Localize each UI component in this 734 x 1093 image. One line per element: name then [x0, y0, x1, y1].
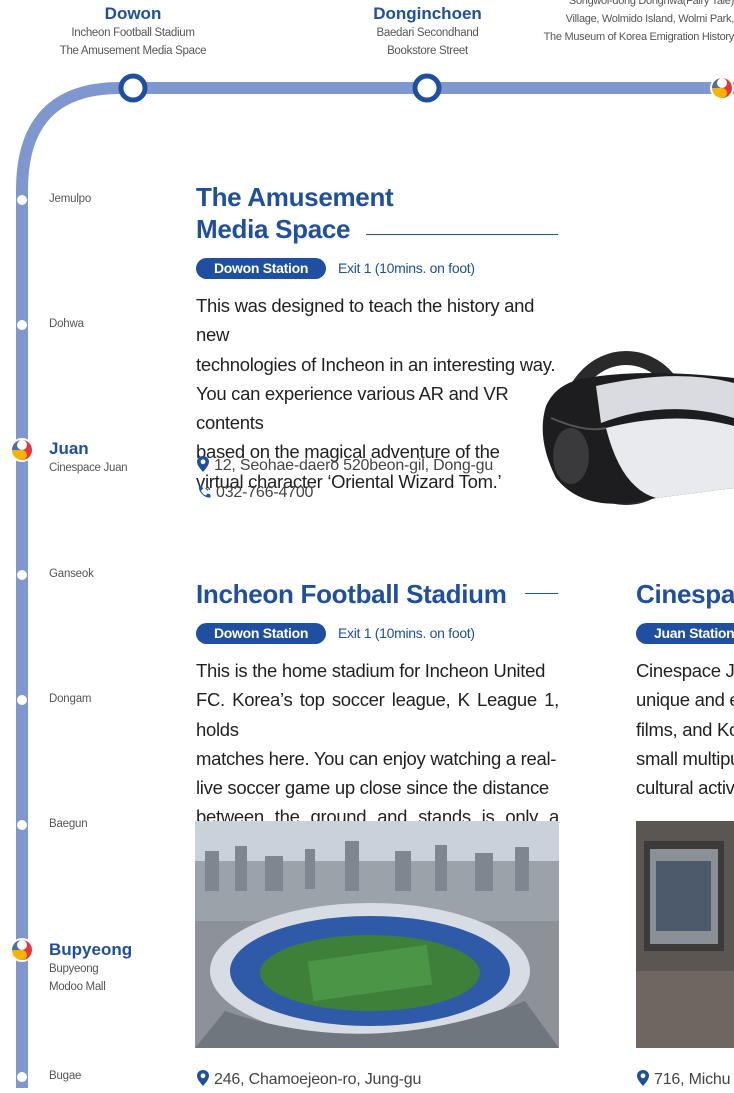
- station-label-dohwa: Dohwa: [49, 318, 84, 330]
- amusement-address: 12, Seohae-daero 520beon-gil, Dong-gu: [196, 453, 493, 479]
- station-name: Dowon: [104, 4, 162, 23]
- station-label-ganseok: Ganseok: [49, 568, 94, 580]
- text-line: matches here. You can enjoy watching a r…: [196, 747, 557, 769]
- station-pill: Dowon Station: [196, 258, 327, 279]
- text-line: films, and Kor: [636, 718, 734, 740]
- text-line: This was designed to teach the history a…: [196, 295, 535, 346]
- text-line: unique and en: [636, 689, 734, 711]
- stadium-photo: [195, 821, 559, 1048]
- address-text: 246, Chamoejeon-ro, Jung-gu: [214, 1071, 422, 1088]
- football-address: 246, Chamoejeon-ro, Jung-gu: [196, 1067, 421, 1093]
- cinespace-address: 716, Michu: [636, 1067, 730, 1088]
- station-dot-bugae: [17, 1072, 27, 1082]
- text-line: Cinespace Juan: [636, 660, 734, 681]
- vr-headset-image: [542, 351, 734, 505]
- taegeuk-icon: [10, 438, 34, 462]
- text-line: FC. Korea’s top soccer league, K League …: [196, 689, 559, 740]
- map-pin-icon: [637, 1070, 649, 1086]
- taegeuk-icon: [710, 76, 734, 100]
- exit-info: Exit 1 (10mins. on foot): [338, 625, 475, 641]
- map-pin-icon: [197, 1070, 209, 1086]
- station-label-baegun: Baegun: [49, 818, 88, 830]
- station-dot-jemulpo: [17, 195, 27, 205]
- station-attraction: Cinespace Juan: [49, 462, 128, 474]
- station-dot-baegun: [17, 820, 27, 830]
- top-station-dowon: Dowon Incheon Football Stadium The Amuse…: [30, 4, 236, 60]
- football-title: Incheon Football Stadium: [196, 579, 507, 609]
- station-dot-dohwa: [17, 320, 27, 330]
- top-station-incheon: Songwol-dong Donghwa(Fairy Tale) Village…: [504, 0, 734, 46]
- text-line: This is the home stadium for Incheon Uni…: [196, 660, 546, 681]
- map-pin-icon: [197, 456, 209, 472]
- station-label-bugae: Bugae: [49, 1070, 82, 1082]
- station-label-jemulpo: Jemulpo: [49, 193, 92, 205]
- station-dot-ganseok: [17, 570, 27, 580]
- exit-info: Exit 1 (10mins. on foot): [338, 260, 475, 276]
- text-line: You can experience various AR and VR con…: [196, 382, 509, 434]
- amusement-phone: 032-766-4700: [196, 480, 313, 506]
- station-attraction: Village, Wolmido Island, Wolmi Park,: [565, 13, 734, 25]
- title-rule: [366, 234, 558, 235]
- station-attraction: Bookstore Street: [387, 45, 468, 57]
- station-bupyeong: Bupyeong Bupyeong Modoo Mall: [49, 940, 132, 996]
- station-name: Bupyeong: [49, 940, 133, 959]
- station-name: Juan: [49, 439, 89, 458]
- title-line: The Amusement: [196, 182, 394, 212]
- station-attraction: Songwol-dong Donghwa(Fairy Tale): [568, 0, 734, 7]
- text-line: technologies of Incheon in an interestin…: [196, 353, 556, 375]
- phone-text: 032-766-4700: [216, 484, 314, 501]
- station-name: Donginchoen: [373, 4, 482, 23]
- title-rule: [525, 593, 558, 594]
- station-attraction: The Amusement Media Space: [59, 45, 207, 57]
- station-marker-donginchoen: [412, 73, 442, 103]
- top-station-donginchoen: Donginchoen Baedari Secondhand Bookstore…: [325, 4, 530, 60]
- station-attraction: Incheon Football Stadium: [71, 27, 195, 39]
- station-attraction: The Museum of Korea Emigration History: [543, 31, 734, 43]
- station-label-dongam: Dongam: [49, 693, 92, 705]
- text-line: cultural activitie: [636, 777, 734, 799]
- station-attraction: Baedari Secondhand: [376, 27, 479, 39]
- text-line: small multipur: [636, 747, 734, 769]
- amusement-title: The Amusement Media Space: [196, 181, 576, 245]
- cinespace-photo: [636, 821, 734, 1048]
- station-pill: Juan Station: [636, 623, 734, 644]
- station-marker-dowon: [118, 73, 148, 103]
- station-pill: Dowon Station: [196, 623, 327, 644]
- station-attraction: Modoo Mall: [49, 981, 106, 993]
- address-text: 716, Michu: [654, 1071, 731, 1088]
- phone-icon: [198, 485, 211, 498]
- cinespace-description: Cinespace Juan unique and en films, and …: [636, 656, 734, 802]
- cinespace-title: Cinespa: [636, 579, 734, 609]
- station-dot-dongam: [17, 695, 27, 705]
- cinespace-section: Cinespa Juan Station Cinespace Juan uniq…: [636, 570, 734, 1088]
- taegeuk-icon: [10, 938, 34, 962]
- address-text: 12, Seohae-daero 520beon-gil, Dong-gu: [214, 457, 494, 474]
- title-line: Media Space: [196, 214, 351, 244]
- station-attraction: Bupyeong: [49, 963, 99, 975]
- text-line: live soccer game up close since the dist…: [196, 777, 549, 799]
- station-juan: Juan Cinespace Juan: [49, 439, 128, 477]
